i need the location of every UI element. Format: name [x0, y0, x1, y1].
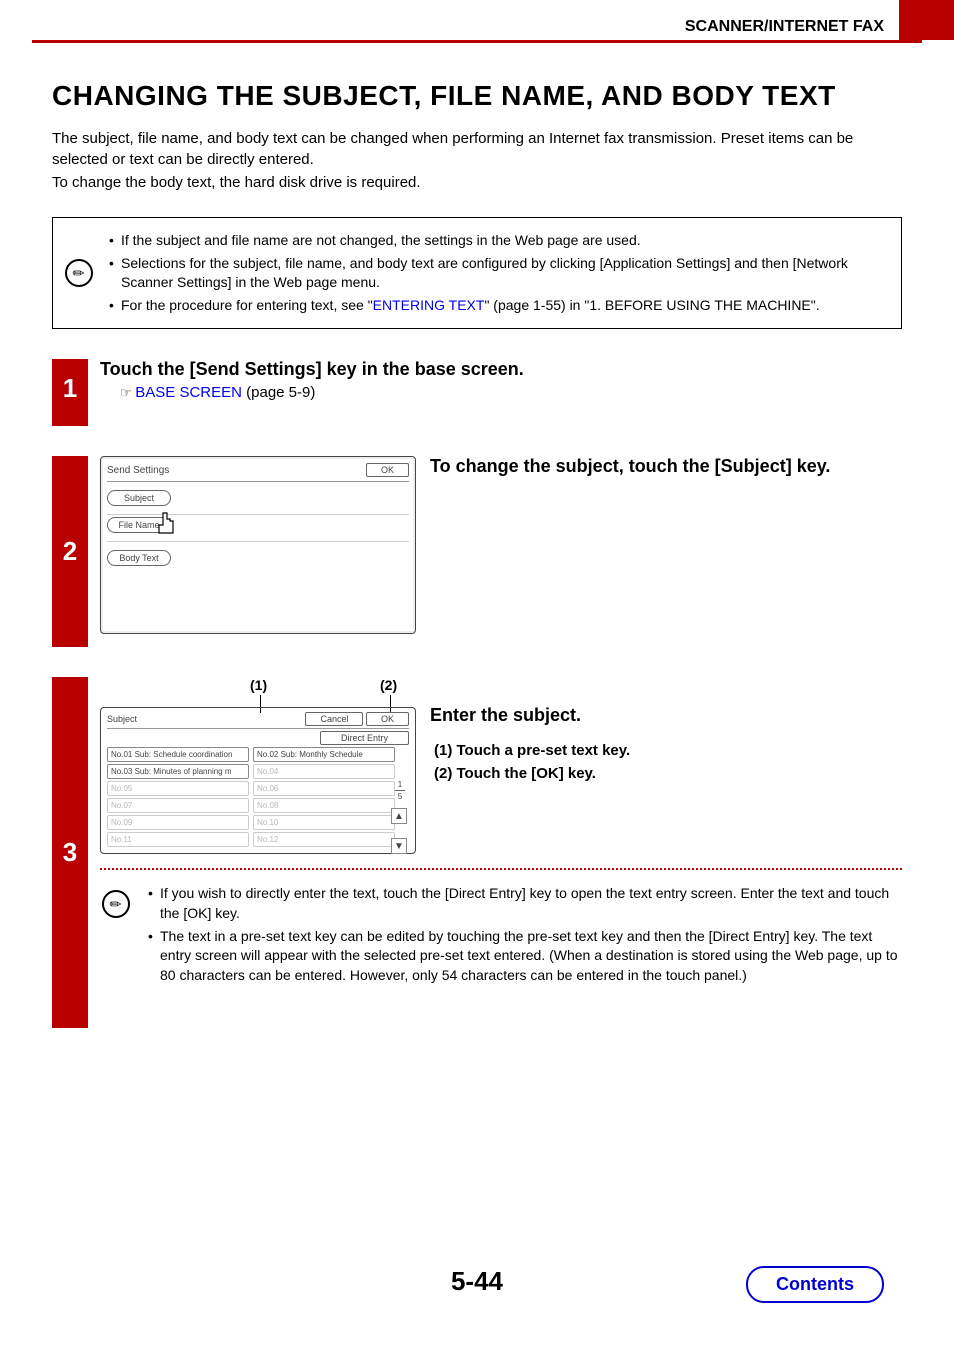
- header-rule: [32, 40, 922, 43]
- note-bullet-3: For the procedure for entering text, see…: [109, 296, 887, 316]
- base-screen-link[interactable]: BASE SCREEN: [135, 384, 242, 401]
- step-1: 1 Touch the [Send Settings] key in the b…: [52, 359, 902, 426]
- intro-paragraph-2: To change the body text, the hard disk d…: [52, 172, 902, 193]
- preset-key-8[interactable]: No.08: [253, 798, 395, 813]
- scroll-down-button[interactable]: ▼: [391, 838, 407, 854]
- subject-button[interactable]: Subject: [107, 490, 171, 506]
- preset-key-3[interactable]: No.03 Sub: Minutes of planning m: [107, 764, 249, 779]
- step-1-title: Touch the [Send Settings] key in the bas…: [100, 359, 902, 380]
- preset-key-1[interactable]: No.01 Sub: Schedule coordination: [107, 747, 249, 762]
- callout-1: (1): [250, 677, 267, 693]
- step-2-number: 2: [52, 456, 88, 647]
- pointing-hand-icon: [153, 511, 179, 539]
- direct-entry-button[interactable]: Direct Entry: [320, 731, 409, 745]
- header-section-label: SCANNER/INTERNET FAX: [685, 18, 884, 36]
- preset-key-4[interactable]: No.04: [253, 764, 395, 779]
- subject-select-panel: Subject Cancel OK Direct Entry No.01 Sub…: [100, 707, 416, 854]
- step-3-instruction-2: (2) Touch the [OK] key.: [434, 765, 630, 782]
- preset-key-9[interactable]: No.09: [107, 815, 249, 830]
- preset-key-2[interactable]: No.02 Sub: Monthly Schedule: [253, 747, 395, 762]
- page-indicator: 1 5: [395, 780, 405, 801]
- pencil-note-icon: ✎: [65, 259, 93, 287]
- preset-key-12[interactable]: No.12: [253, 832, 395, 847]
- step3-note-1: If you wish to directly enter the text, …: [148, 884, 902, 923]
- ok-button-2[interactable]: OK: [366, 712, 409, 726]
- note-box: ✎ If the subject and file name are not c…: [52, 217, 902, 329]
- scroll-up-button[interactable]: ▲: [391, 808, 407, 824]
- step-2-instruction: To change the subject, touch the [Subjec…: [430, 456, 830, 477]
- preset-key-6[interactable]: No.06: [253, 781, 395, 796]
- cancel-button[interactable]: Cancel: [305, 712, 363, 726]
- page-title: CHANGING THE SUBJECT, FILE NAME, AND BOD…: [52, 80, 902, 112]
- contents-button[interactable]: Contents: [746, 1266, 884, 1303]
- pencil-note-icon-2: ✎: [102, 890, 130, 918]
- step-3-note: ✎ If you wish to directly enter the text…: [100, 884, 902, 985]
- preset-key-7[interactable]: No.07: [107, 798, 249, 813]
- step-3-instruction-1: (1) Touch a pre-set text key.: [434, 742, 630, 759]
- subject-panel-title: Subject: [107, 714, 137, 724]
- preset-key-5[interactable]: No.05: [107, 781, 249, 796]
- send-settings-panel: Send Settings OK Subject File Name Body …: [100, 456, 416, 634]
- step-3-instruction-title: Enter the subject.: [430, 705, 630, 726]
- bodytext-button[interactable]: Body Text: [107, 550, 171, 566]
- header-red-block: [899, 0, 954, 40]
- note-bullet-2: Selections for the subject, file name, a…: [109, 254, 887, 293]
- preset-key-10[interactable]: No.10: [253, 815, 395, 830]
- entering-text-link[interactable]: ENTERING TEXT: [373, 297, 485, 313]
- base-screen-link-suffix: (page 5-9): [242, 384, 315, 401]
- ok-button[interactable]: OK: [366, 463, 409, 477]
- step-2: 2 Send Settings OK Subject File Name Bod…: [52, 456, 902, 647]
- step3-note-2: The text in a pre-set text key can be ed…: [148, 927, 902, 986]
- intro-paragraph-1: The subject, file name, and body text ca…: [52, 128, 902, 170]
- step-3: 3 (1) (2) Subject Cancel: [52, 677, 902, 1028]
- note-bullet-1: If the subject and file name are not cha…: [109, 231, 887, 251]
- callout-2: (2): [380, 677, 397, 693]
- step-1-number: 1: [52, 359, 88, 426]
- step-3-number: 3: [52, 677, 88, 1028]
- panel-title: Send Settings: [107, 465, 169, 476]
- preset-key-11[interactable]: No.11: [107, 832, 249, 847]
- dashed-separator: [100, 868, 902, 870]
